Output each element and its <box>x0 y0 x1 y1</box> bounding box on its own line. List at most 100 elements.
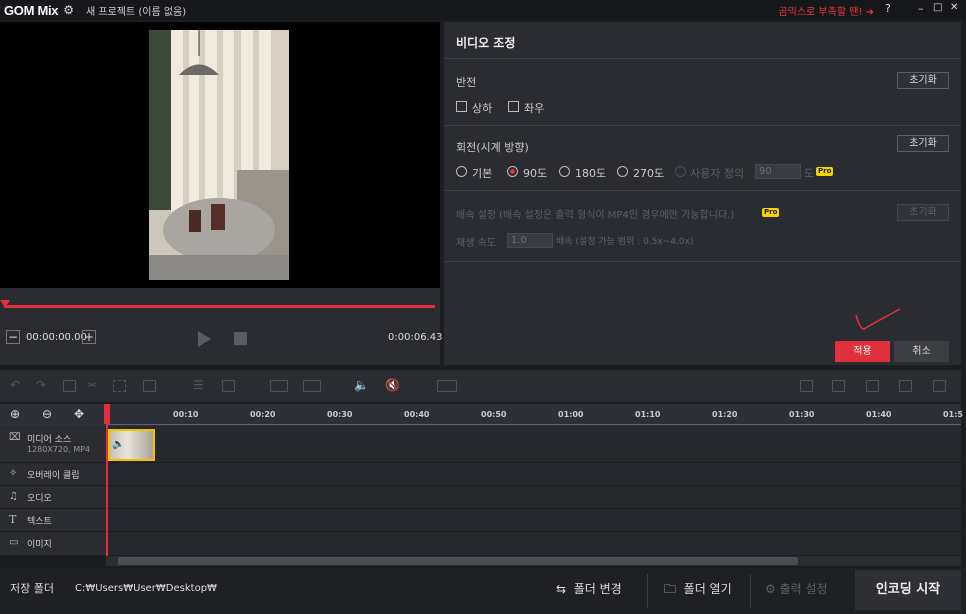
audio-track[interactable]: ♫ 오디오 <box>0 486 961 509</box>
track-label: 텍스트 <box>27 517 52 527</box>
speed-hint: 배속 (설정 가능 범위 : 0.5x~4.0x) <box>556 237 694 247</box>
title-bar: GOM Mix ⚙ 새 프로젝트 (이름 없음) 곰믹스로 부족할 땐! ➔ ?… <box>0 0 966 20</box>
apply-button[interactable]: 적용 <box>835 341 890 362</box>
tick-label: 01:10 <box>635 410 661 419</box>
close-button[interactable]: ✕ <box>950 2 958 13</box>
cancel-button[interactable]: 취소 <box>894 341 949 362</box>
edit-icon[interactable] <box>899 380 912 392</box>
rotate-custom-input[interactable]: 90 <box>755 164 801 179</box>
divider <box>647 574 648 608</box>
total-time: 0:00:06.43 <box>388 332 443 343</box>
save-folder-label: 저장 폴더 <box>10 582 54 595</box>
playhead[interactable] <box>106 404 108 556</box>
media-clip[interactable]: 🔈 <box>108 429 155 461</box>
save-folder-path: C:₩Users₩User₩Desktop₩ <box>75 583 217 594</box>
scrollbar-thumb[interactable] <box>118 557 798 565</box>
select-icon[interactable] <box>113 380 126 392</box>
app-logo: GOM Mix <box>4 2 59 18</box>
rotate-180-radio[interactable] <box>559 166 570 177</box>
flip-reset-button[interactable]: 초기화 <box>897 72 949 89</box>
flip-vertical-label: 상하 <box>472 102 493 115</box>
track-header: T 텍스트 <box>0 509 106 531</box>
tick-label: 00:40 <box>404 410 430 419</box>
zoom-in-icon[interactable]: ⊕ <box>10 407 20 421</box>
delete-icon[interactable] <box>63 380 76 392</box>
tick-label: 01:00 <box>558 410 584 419</box>
minus-button[interactable]: − <box>6 330 20 344</box>
share-icon[interactable] <box>933 380 946 392</box>
tick-label: 01:40 <box>866 410 892 419</box>
promo-link[interactable]: 곰믹스로 부족할 땐! ➔ <box>778 3 874 18</box>
rotate-icon[interactable] <box>832 380 845 392</box>
tick-label: 00:30 <box>327 410 353 419</box>
pro-badge: Pro <box>762 208 780 217</box>
track-header: ⌧ 미디어 소스 1280X720, MP4 <box>0 426 106 462</box>
gear-icon[interactable]: ⚙ <box>63 3 74 17</box>
split-icon[interactable] <box>143 380 156 392</box>
track-label: 이미지 <box>27 540 52 550</box>
arrow-right-icon: ➔ <box>865 7 874 18</box>
maximize-button[interactable]: □ <box>933 2 942 13</box>
change-folder-button[interactable]: ⇆ 폴더 변경 <box>556 568 622 614</box>
current-time[interactable]: 00:00:00.00 <box>26 332 87 343</box>
mute-icon[interactable]: 🔇 <box>385 378 400 392</box>
output-settings-button[interactable]: ⚙ 출력 설정 <box>765 568 828 614</box>
plus-button[interactable]: + <box>82 330 96 344</box>
cut-icon[interactable]: ✂ <box>87 378 100 392</box>
flip-section: 반전 초기화 상하 좌우 <box>444 60 961 126</box>
preview-frame <box>149 30 289 280</box>
rotate-180-label: 180도 <box>575 167 607 180</box>
flip-horizontal-label: 좌우 <box>524 102 545 115</box>
text-track[interactable]: T 텍스트 <box>0 509 961 532</box>
image-track[interactable]: ▭ 이미지 <box>0 532 961 556</box>
speed-input[interactable]: 1.0 <box>507 233 553 248</box>
rotate-90-radio[interactable] <box>507 166 518 177</box>
play-speed-label: 재생 속도 <box>456 238 496 249</box>
panel-header: 비디오 조정 <box>444 22 961 59</box>
export-icon[interactable] <box>800 380 813 392</box>
open-folder-label: 폴더 열기 <box>683 582 732 596</box>
speed-reset-button[interactable]: 초기화 <box>897 204 949 221</box>
rotate-custom-radio[interactable] <box>675 166 686 177</box>
transition-icon[interactable] <box>437 380 457 392</box>
tick-label: 00:10 <box>173 410 199 419</box>
encode-start-button[interactable]: 인코딩 시작 <box>855 570 961 610</box>
seek-handle[interactable] <box>0 300 10 308</box>
ruler-line <box>106 424 961 425</box>
stop-icon[interactable] <box>234 332 247 345</box>
crop-icon[interactable] <box>222 380 235 392</box>
rotate-default-radio[interactable] <box>456 166 467 177</box>
fit-icon[interactable]: ✥ <box>74 407 84 421</box>
flip-label: 반전 <box>456 76 477 89</box>
folder-swap-icon: ⇆ <box>556 582 567 596</box>
open-folder-button[interactable]: 🗀 폴더 열기 <box>664 568 732 614</box>
flip-vertical-checkbox[interactable] <box>456 101 467 112</box>
rotate-reset-button[interactable]: 초기화 <box>897 135 949 152</box>
timeline-ruler[interactable]: ⊕ ⊖ ✥ 00:10 00:20 00:30 00:40 00:50 01:0… <box>0 404 963 426</box>
rotate-90-label: 90도 <box>523 167 548 180</box>
image-icon: ▭ <box>9 537 19 548</box>
rotate-custom-label: 사용자 정의 <box>690 167 745 180</box>
seek-bar[interactable] <box>4 305 435 308</box>
help-button[interactable]: ? <box>885 2 891 15</box>
play-icon[interactable] <box>198 331 211 347</box>
overlay-track[interactable]: ✧ 오버레이 클립 <box>0 463 961 486</box>
folder-icon: 🗀 <box>664 582 677 596</box>
minimize-button[interactable]: – <box>918 2 924 15</box>
flip-horizontal-checkbox[interactable] <box>508 101 519 112</box>
track-label: 오디오 <box>27 494 52 504</box>
undo-icon[interactable]: ↶ <box>10 378 23 392</box>
screen2-icon[interactable] <box>303 380 321 392</box>
settings-icon: ⚙ <box>765 582 776 596</box>
rotate-270-radio[interactable] <box>617 166 628 177</box>
volume-icon[interactable]: 🔈 <box>354 378 369 392</box>
speaker-icon: 🔈 <box>112 439 125 450</box>
screen-icon[interactable] <box>270 380 288 392</box>
speed-label: 배속 설정 (배속 설정은 출력 형식이 MP4인 경우에만 가능합니다.) <box>456 210 735 221</box>
adjust-icon[interactable]: ☰ <box>193 378 206 392</box>
save-icon[interactable] <box>866 380 879 392</box>
track-header: ♫ 오디오 <box>0 486 106 508</box>
zoom-out-icon[interactable]: ⊖ <box>42 407 52 421</box>
pro-badge: Pro <box>816 167 834 176</box>
redo-icon[interactable]: ↷ <box>36 378 49 392</box>
